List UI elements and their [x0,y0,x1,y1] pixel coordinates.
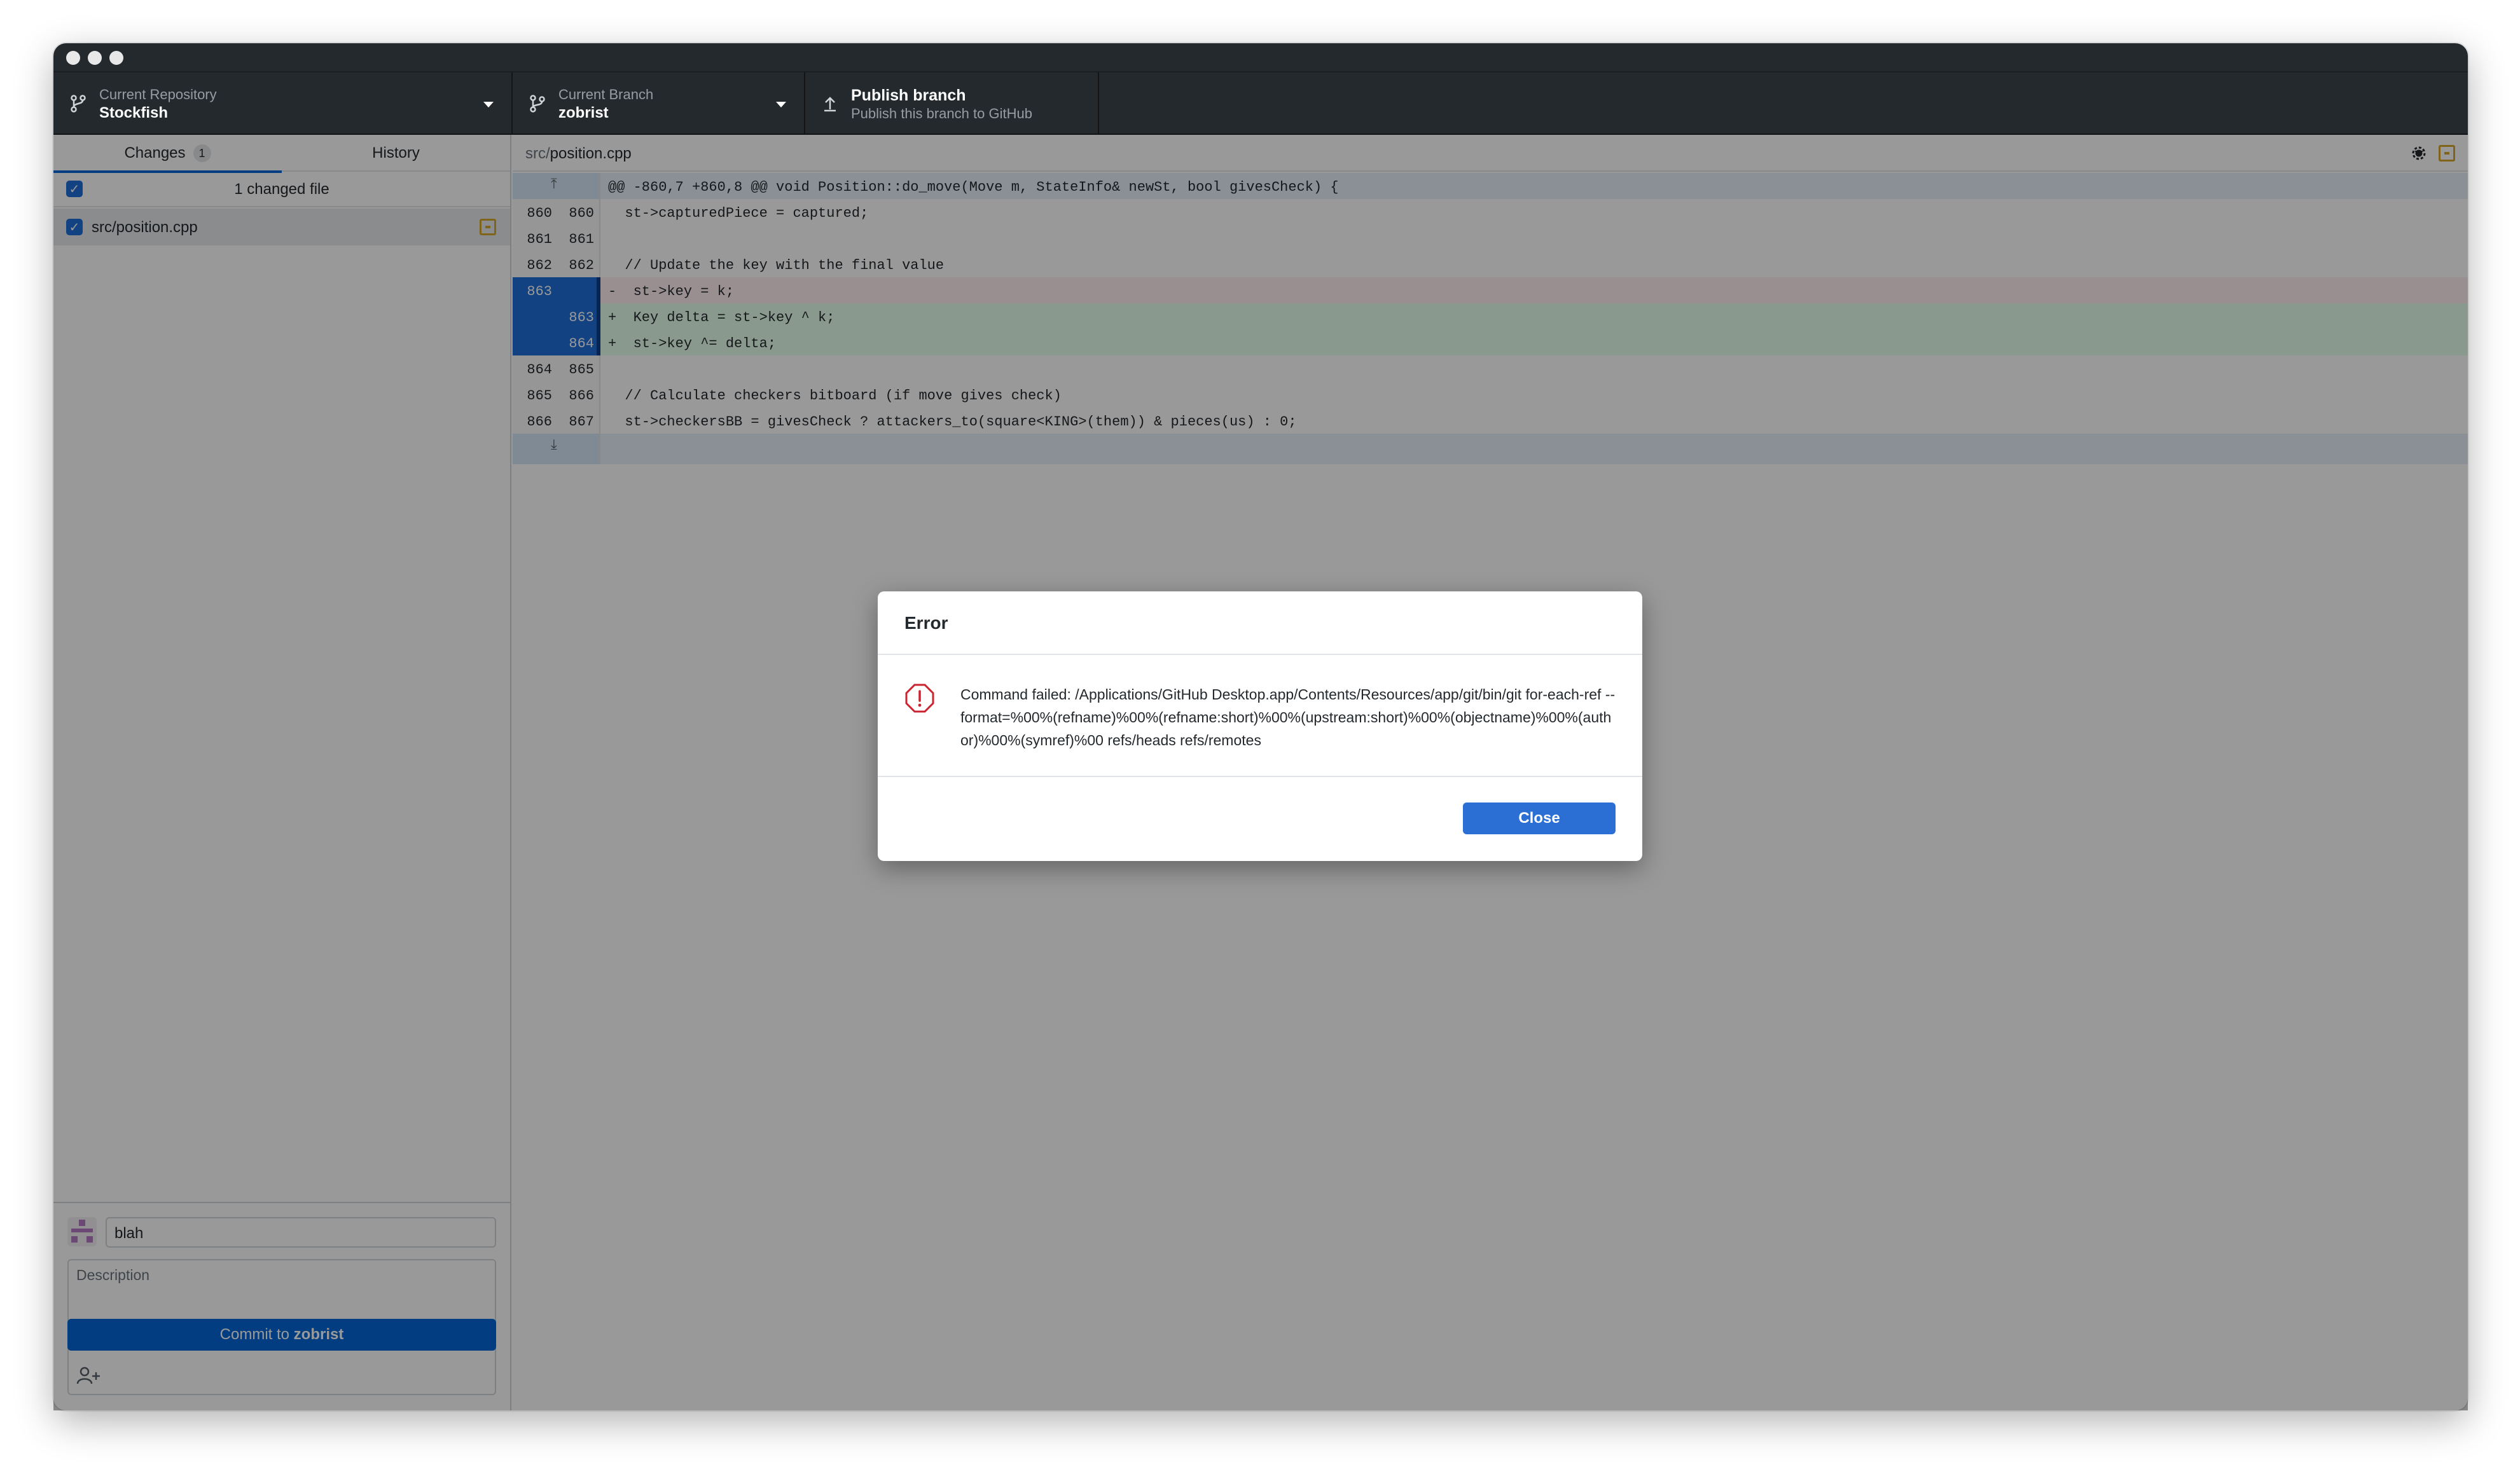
toolbar: Current Repository Stockfish Current Bra… [53,71,2468,135]
repository-label: Current Repository [99,86,217,102]
chevron-down-icon [483,102,494,107]
error-icon [905,684,934,713]
dialog-title: Error [904,613,948,633]
publish-subtitle: Publish this branch to GitHub [851,106,1032,121]
title-bar [53,43,2468,71]
error-message: Command failed: /Applications/GitHub Des… [960,686,1616,748]
chevron-down-icon [776,102,786,107]
dialog-header: Error [878,591,1642,655]
close-button[interactable]: Close [1463,802,1616,834]
repository-name: Stockfish [99,104,169,121]
publish-branch-button[interactable]: Publish branch Publish this branch to Gi… [805,72,1099,134]
publish-title: Publish branch [851,86,966,104]
window-minimize-button[interactable] [88,51,102,65]
branch-name: zobrist [558,104,609,121]
dialog-body: Command failed: /Applications/GitHub Des… [878,655,1642,777]
branch-icon [530,95,545,113]
window-zoom-button[interactable] [109,51,123,65]
branch-label: Current Branch [558,86,654,102]
current-repository-button[interactable]: Current Repository Stockfish [53,72,513,134]
window-close-button[interactable] [66,51,80,65]
upload-icon [824,97,836,112]
repo-icon [71,95,86,113]
current-branch-button[interactable]: Current Branch zobrist [513,72,805,134]
error-dialog: Error Command failed: /Applications/GitH… [878,591,1642,861]
